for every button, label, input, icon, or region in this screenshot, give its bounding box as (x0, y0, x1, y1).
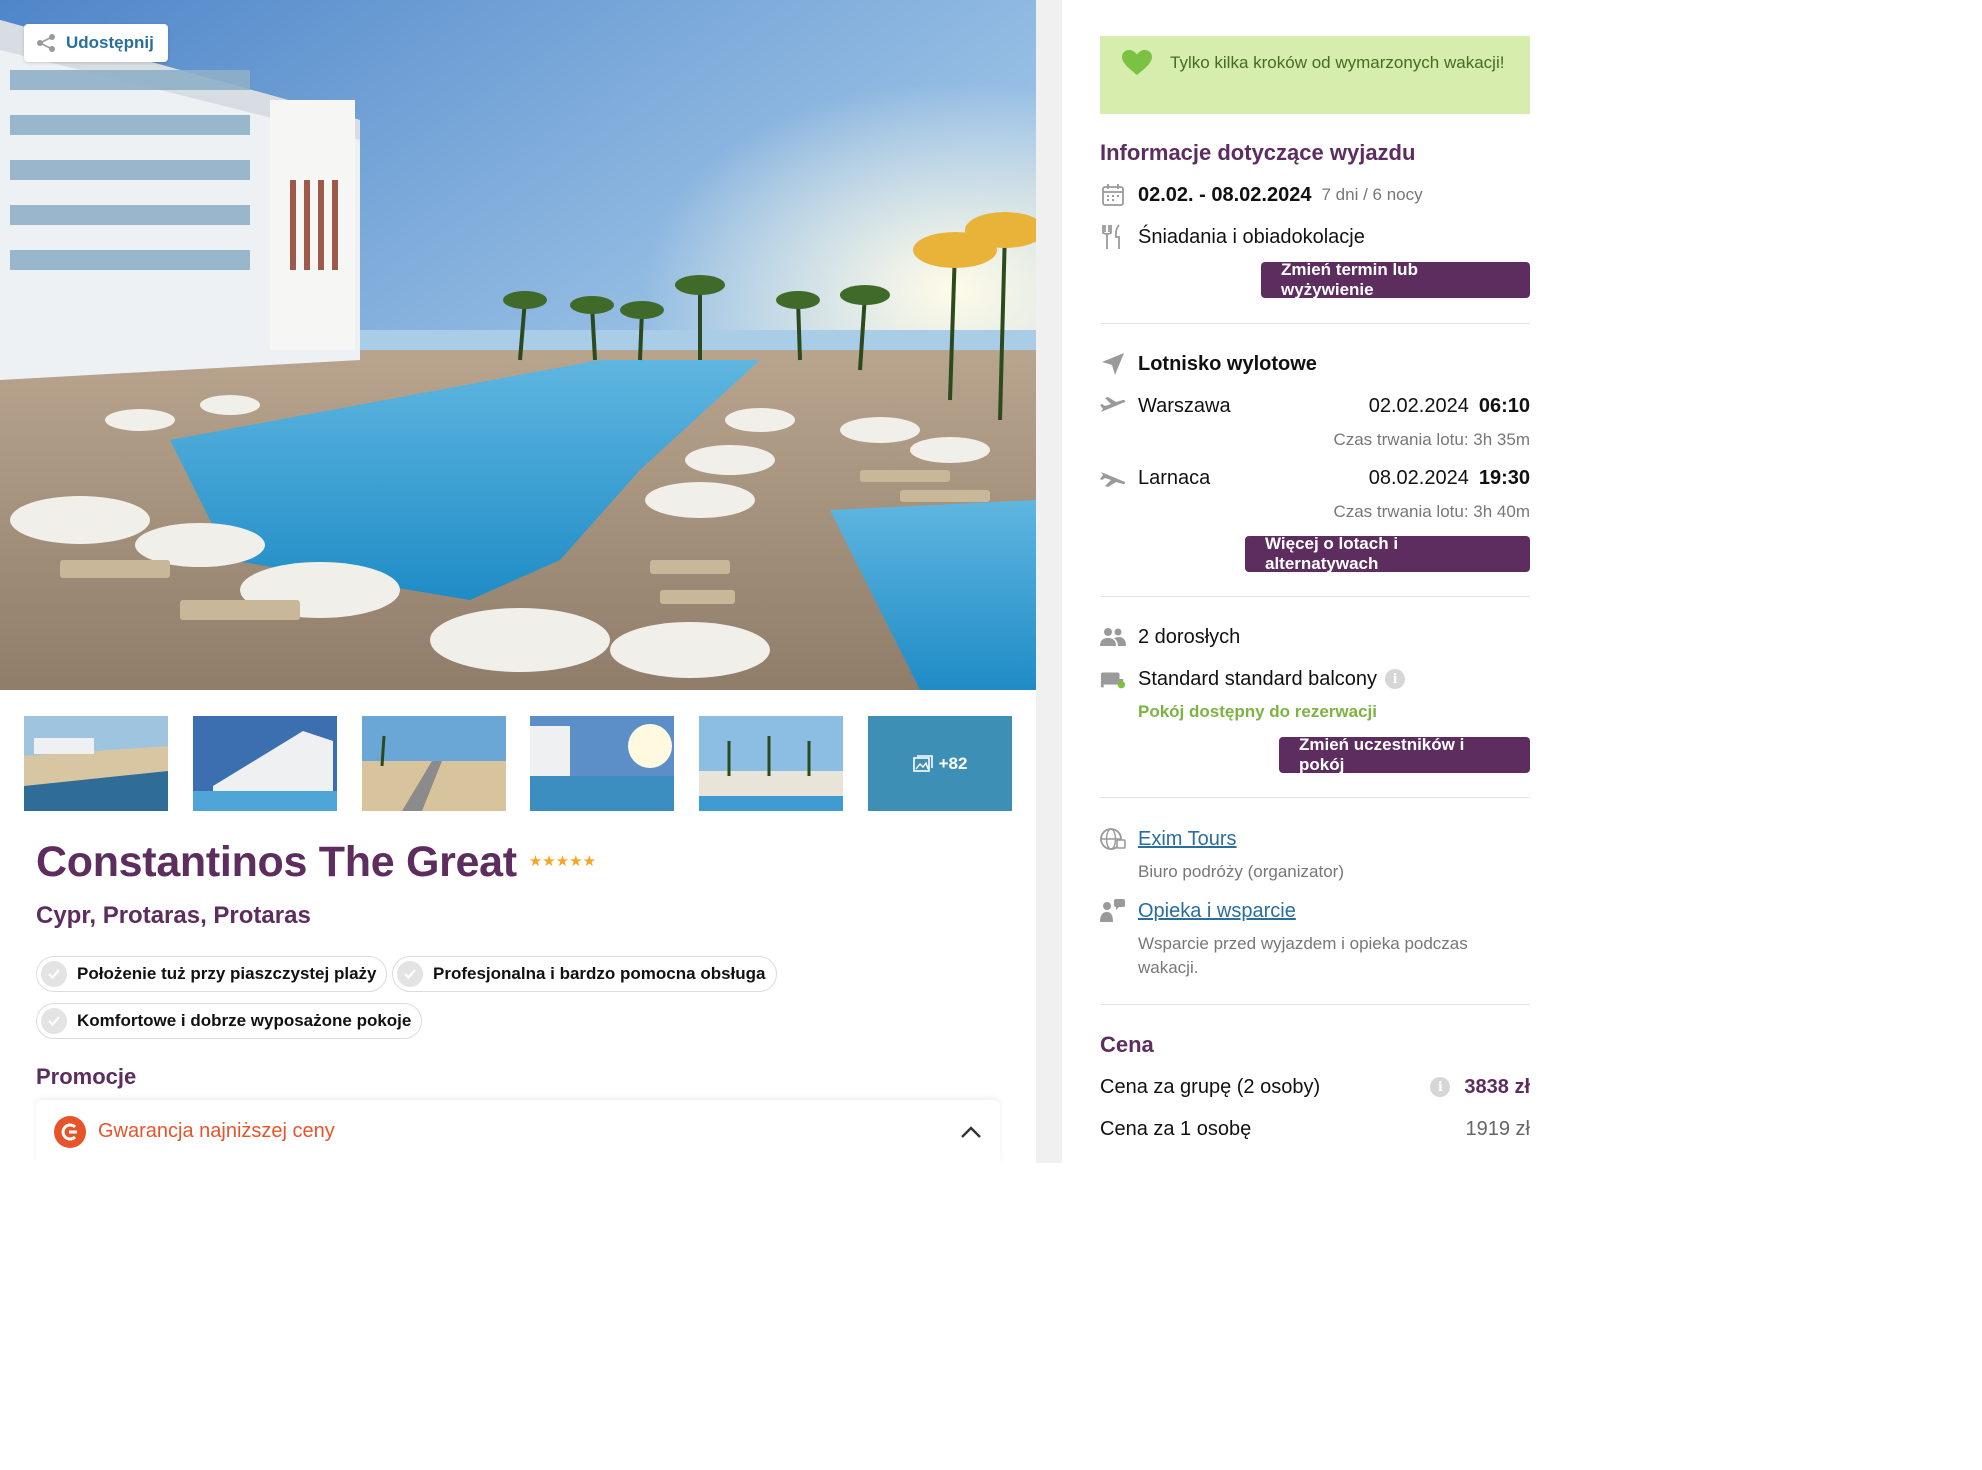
info-icon[interactable]: i (1430, 1077, 1451, 1097)
group-price-row: Cena za grupę (2 osoby) i 3838 zł (1100, 1072, 1530, 1102)
support-description: Wsparcie przed wyjazdem i opieka podczas… (1138, 934, 1468, 977)
highlight-chip: Położenie tuż przy piaszczystej plaży (36, 956, 388, 992)
divider (1100, 323, 1530, 324)
highlight-chip: Profesjonalna i bardzo pomocna obsługa (392, 956, 777, 992)
hotel-name: Constantinos The Great (36, 838, 517, 886)
group-price: 3838 zł (1464, 1075, 1530, 1098)
photo-thumbnails: +82 (24, 716, 1012, 811)
divider (1100, 596, 1530, 597)
divider (1100, 1004, 1530, 1005)
hotel-location: Cypr, Protaras, Protaras (36, 902, 311, 929)
share-icon (37, 34, 55, 52)
hotel-content: Udostępnij +82 Constantinos The Great ★★… (0, 0, 1036, 1163)
hero-photo[interactable]: Udostępnij (0, 0, 1036, 690)
share-label: Udostępnij (66, 33, 154, 52)
change-participants-button[interactable]: Zmień uczestników i pokój (1279, 735, 1530, 774)
star-rating: ★★★★★ (528, 852, 597, 870)
participants-row: 2 dorosłych (1100, 622, 1530, 652)
check-icon (397, 961, 423, 987)
organizer-link[interactable]: Exim Tours (1138, 828, 1237, 851)
inbound-city: Larnaca (1138, 466, 1211, 489)
participants-count: 2 dorosłych (1138, 625, 1241, 648)
support-link[interactable]: Opieka i wsparcie (1138, 900, 1296, 923)
thumbnail-image (192, 716, 337, 811)
inbound-flight-row: Larnaca 08.02.2024 19:30 (1100, 463, 1530, 493)
divider (1100, 797, 1530, 798)
room-availability: Pokój dostępny do rezerwacji (1138, 702, 1378, 721)
booking-sidebar: Tylko kilka kroków od wymarzonych wakacj… (1062, 0, 1568, 1163)
support-row: Opieka i wsparcie (1100, 895, 1530, 927)
column-gutter (1036, 0, 1062, 1163)
change-term-button[interactable]: Zmień termin lub wyżywienie (1261, 260, 1530, 299)
price-guarantee-icon (54, 1115, 86, 1148)
notice-banner: Tylko kilka kroków od wymarzonych wakacj… (1100, 36, 1530, 114)
inbound-datetime: 08.02.2024 19:30 (1368, 466, 1530, 489)
hotel-pool-image (0, 0, 1036, 690)
per-person-price-row: Cena za 1 osobę 1919 zł (1100, 1114, 1530, 1144)
thumbnail-4[interactable] (530, 716, 675, 811)
trip-duration: 7 dni / 6 nocy (1321, 185, 1423, 204)
thumbnail-image (24, 716, 168, 811)
info-icon[interactable]: i (1385, 669, 1406, 689)
people-icon (1100, 627, 1126, 647)
thumbnail-image (699, 716, 844, 811)
outbound-duration: Czas trwania lotu: 3h 35m (1333, 430, 1530, 449)
outbound-datetime: 02.02.2024 06:10 (1368, 394, 1530, 417)
more-photos-tile[interactable]: +82 (867, 716, 1012, 811)
gallery-icon (912, 754, 933, 772)
thumbnail-1[interactable] (24, 716, 168, 811)
check-icon (41, 961, 67, 987)
room-row: Standard standard balcony i (1100, 664, 1530, 694)
highlight-chip: Komfortowe i dobrze wyposażone pokoje (36, 1003, 423, 1039)
bed-icon (1100, 668, 1126, 690)
navigation-arrow-icon (1100, 352, 1126, 376)
share-button[interactable]: Udostępnij (24, 24, 168, 62)
per-person-label: Cena za 1 osobę (1100, 1117, 1252, 1140)
organizer-description: Biuro podróży (organizator) (1138, 862, 1344, 881)
thumbnail-image (530, 716, 675, 811)
group-price-label: Cena za grupę (2 osoby) (1100, 1075, 1321, 1098)
outbound-flight-row: Warszawa 02.02.2024 06:10 (1100, 391, 1530, 421)
promotions-heading: Promocje (36, 1064, 137, 1089)
promotion-accordion[interactable]: Gwarancja najniższej ceny (36, 1100, 1000, 1163)
trip-info-title: Informacje dotyczące wyjazdu (1100, 140, 1416, 165)
chevron-up-icon[interactable] (960, 1125, 982, 1139)
globe-icon (1100, 826, 1126, 852)
inbound-duration: Czas trwania lotu: 3h 40m (1333, 502, 1530, 521)
price-title: Cena (1100, 1032, 1154, 1057)
thumbnail-2[interactable] (192, 716, 337, 811)
thumbnail-3[interactable] (361, 716, 506, 811)
heart-icon (1122, 50, 1152, 75)
notice-text: Tylko kilka kroków od wymarzonych wakacj… (1170, 53, 1505, 72)
departure-airport-label: Lotnisko wylotowe (1138, 352, 1317, 375)
board-row: Śniadania i obiadokolacje (1100, 222, 1530, 252)
promotion-label: Gwarancja najniższej ceny (98, 1120, 335, 1142)
calendar-icon (1100, 183, 1126, 207)
thumbnail-image (361, 716, 506, 811)
per-person-price: 1919 zł (1465, 1117, 1531, 1140)
cutlery-icon (1100, 224, 1126, 250)
room-type: Standard standard balcony (1138, 667, 1378, 690)
thumbnail-5[interactable] (699, 716, 844, 811)
support-agent-icon (1100, 898, 1126, 924)
organizer-row: Exim Tours (1100, 823, 1530, 855)
outbound-city: Warszawa (1138, 394, 1231, 417)
check-icon (41, 1008, 67, 1034)
trip-dates: 02.02. - 08.02.2024 (1138, 183, 1312, 206)
trip-dates-row: 02.02. - 08.02.2024 7 dni / 6 nocy (1100, 180, 1530, 210)
hotel-title-row: Constantinos The Great ★★★★★ (36, 838, 596, 887)
departure-airport-row: Lotnisko wylotowe (1100, 349, 1530, 379)
more-photos-count: +82 (938, 753, 968, 773)
plane-arrival-icon (1100, 468, 1126, 488)
flights-more-button[interactable]: Więcej o lotach i alternatywach (1245, 534, 1530, 573)
board-type: Śniadania i obiadokolacje (1138, 225, 1365, 248)
plane-departure-icon (1100, 396, 1126, 416)
